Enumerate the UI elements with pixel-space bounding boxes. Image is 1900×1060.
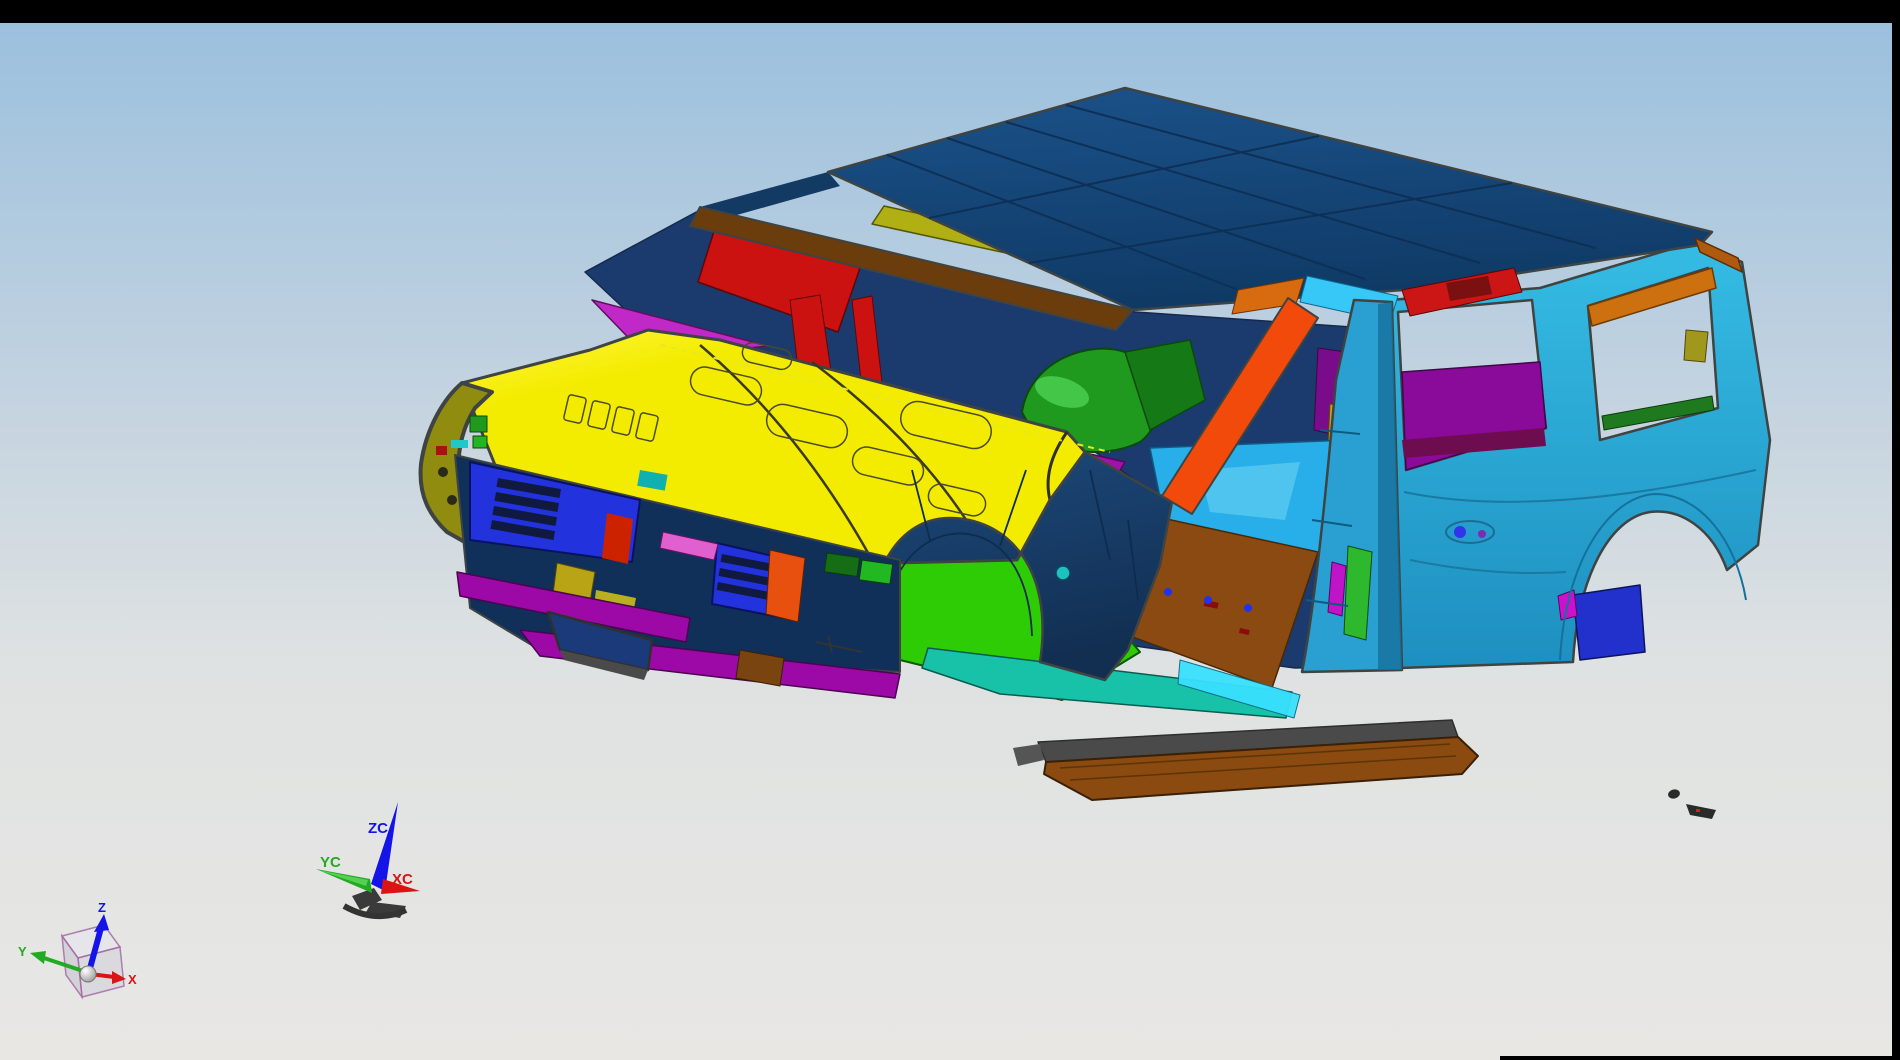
cad-application-window: ZC YC XC Z Y X bbox=[0, 0, 1900, 1060]
lip-hole-2 bbox=[447, 495, 457, 505]
view-y-label: Y bbox=[18, 944, 27, 959]
front-red-bit[interactable] bbox=[602, 513, 633, 564]
wcs-z-label: ZC bbox=[368, 820, 388, 837]
fender-hole-teal bbox=[1056, 566, 1070, 580]
wcs-y-label: YC bbox=[320, 854, 341, 871]
headlamp-green-2 bbox=[473, 436, 487, 448]
frame-bar-bottom bbox=[1500, 1056, 1892, 1060]
body-dot-1 bbox=[1164, 588, 1172, 596]
headlamp-teal bbox=[451, 440, 468, 448]
debris-speck-red bbox=[1696, 809, 1700, 812]
frame-bar-top bbox=[0, 0, 1900, 23]
frame-bar-right bbox=[1892, 0, 1900, 1060]
wcs-x-label: XC bbox=[392, 871, 413, 888]
headlamp-green-1 bbox=[470, 416, 487, 432]
lip-hole-1 bbox=[438, 467, 448, 477]
view-z-label: Z bbox=[98, 900, 106, 915]
front-green-2 bbox=[859, 560, 892, 584]
wheelhouse-box-blue[interactable] bbox=[1573, 585, 1645, 660]
graphics-viewport[interactable]: ZC YC XC Z Y X bbox=[0, 0, 1900, 1060]
door-handle-dot-blue bbox=[1454, 526, 1466, 538]
body-dot-3 bbox=[1244, 604, 1252, 612]
front-orange-vertical[interactable] bbox=[766, 550, 805, 622]
body-dot-2 bbox=[1204, 596, 1212, 604]
quarter-window-bracket-olive[interactable] bbox=[1684, 330, 1708, 362]
view-origin-sphere[interactable] bbox=[80, 966, 96, 982]
door-handle-dot-purple bbox=[1478, 530, 1486, 538]
lip-marker-red bbox=[436, 446, 447, 455]
front-green-1 bbox=[824, 553, 859, 576]
view-x-label: X bbox=[128, 972, 137, 987]
